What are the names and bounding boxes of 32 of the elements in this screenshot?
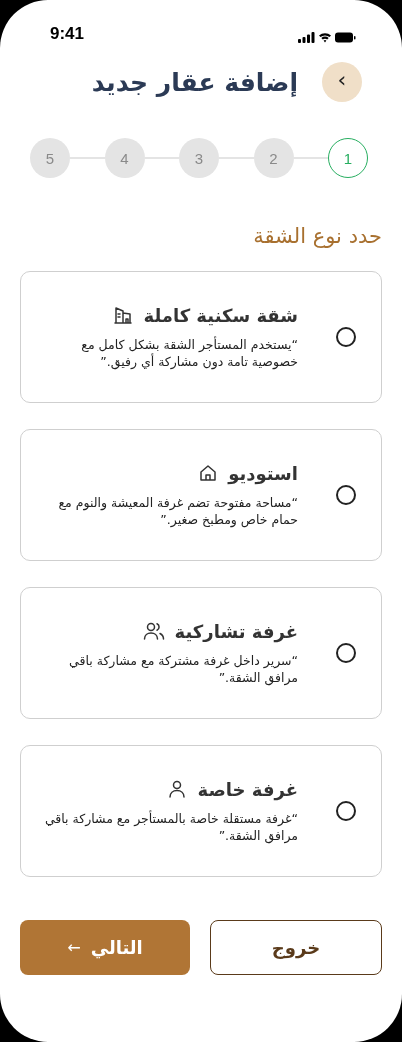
radio-button[interactable]: [336, 643, 356, 663]
option-description: “غرفة مستقلة خاصة بالمستأجر مع مشاركة باقي مرافق الشقة.”: [43, 809, 298, 844]
step-indicator: 4: [104, 138, 145, 178]
step-indicator: 1: [328, 138, 368, 178]
step-indicator: 3: [179, 138, 219, 178]
status-icons: [298, 31, 356, 44]
section-title: حدد نوع الشقة: [252, 223, 382, 250]
page-title: إضافة عقار جديد: [91, 67, 298, 97]
option-title: غرفة تشاركية: [174, 620, 298, 642]
option-card[interactable]: غرفة خاصة “غرفة مستقلة خاصة بالمستأجر مع مشاركة باقي مرافق الشقة.”: [20, 745, 382, 877]
option-title: شقة سكنية كاملة: [143, 304, 298, 326]
option-title: استوديو: [228, 462, 298, 484]
radio-button[interactable]: [336, 801, 356, 821]
step-indicator: 5: [30, 138, 70, 178]
back-button[interactable]: ›: [322, 62, 362, 102]
step-indicator: 2: [253, 138, 294, 178]
option-card[interactable]: شقة سكنية كاملة “يستخدم المستأجر الشقة بشكل كامل مع خصوصية تامة دون مشاركة أي رفيق.”: [20, 271, 382, 403]
option-title: غرفة خاصة: [197, 778, 298, 800]
next-button[interactable]: التالي ←: [20, 920, 190, 975]
building-icon: [113, 305, 134, 325]
users-icon: [142, 621, 165, 641]
exit-button[interactable]: خروج: [210, 920, 382, 975]
option-description: “يستخدم المستأجر الشقة بشكل كامل مع خصوصية تامة دون مشاركة أي رفيق.”: [80, 335, 298, 370]
option-card[interactable]: غرفة تشاركية “سرير داخل غرفة مشتركة مع مشاركة باقي مرافق الشقة.”: [20, 587, 382, 719]
radio-button[interactable]: [336, 485, 356, 505]
option-description: “مساحة مفتوحة تضم غرفة المعيشة والنوم مع حمام خاص ومطبخ صغير.”: [57, 493, 298, 528]
status-time: 9:41: [50, 24, 85, 44]
option-card[interactable]: استوديو “مساحة مفتوحة تضم غرفة المعيشة والنوم مع حمام خاص ومطبخ صغير.”: [20, 429, 382, 561]
radio-button[interactable]: [336, 327, 356, 347]
house-icon: [198, 463, 219, 483]
user-icon: [167, 779, 188, 799]
option-description: “سرير داخل غرفة مشتركة مع مشاركة باقي مرافق الشقة.”: [68, 651, 298, 686]
